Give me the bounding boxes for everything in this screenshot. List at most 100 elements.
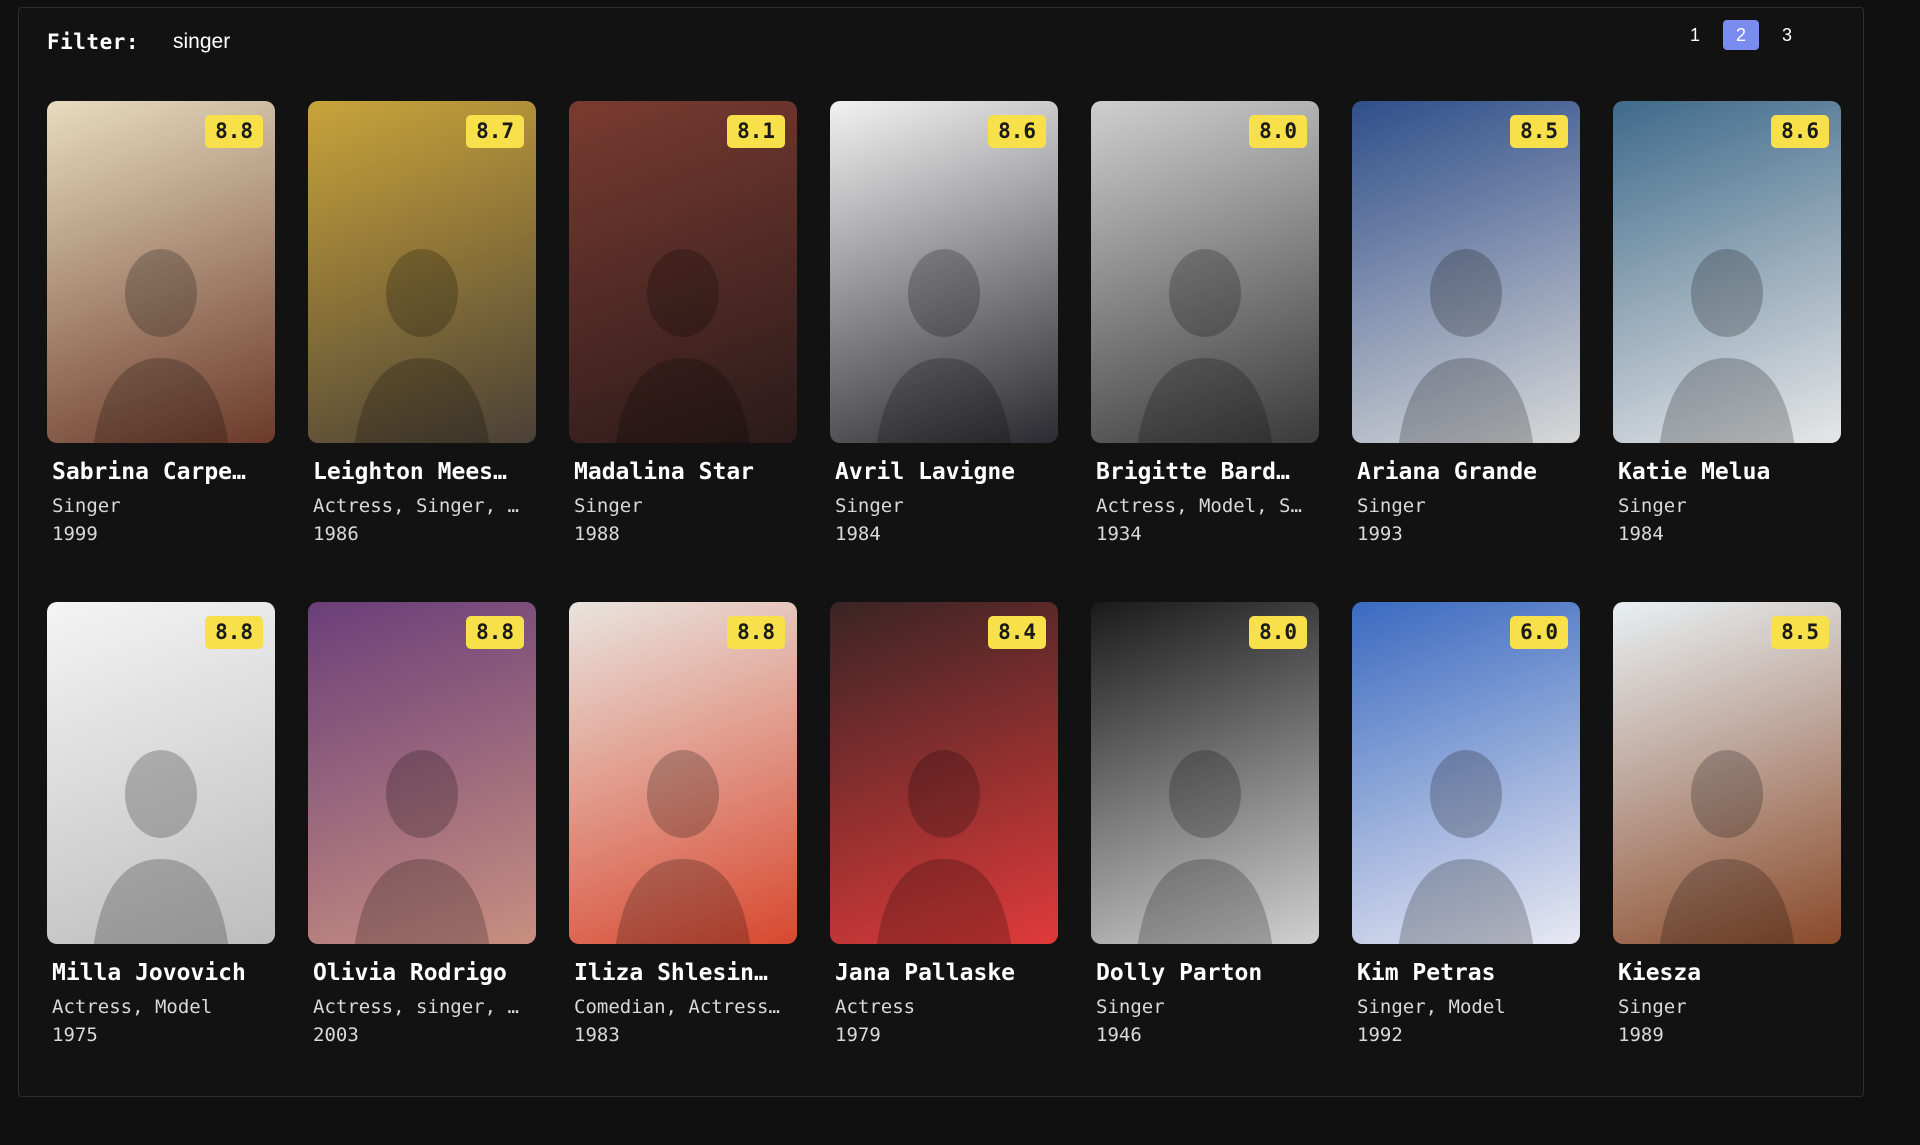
rating-badge: 8.1 (727, 115, 785, 149)
person-birth-year: 2003 (313, 1024, 359, 1046)
person-roles: Comedian, Actress… (574, 996, 780, 1018)
person-name[interactable]: Madalina Star (574, 459, 792, 485)
person-card[interactable]: 8.0 Dolly Parton Singer 1946 (1091, 602, 1319, 1060)
person-photo[interactable]: 8.6 (830, 101, 1058, 443)
person-photo[interactable]: 8.8 (308, 602, 536, 944)
person-photo[interactable]: 8.0 (1091, 602, 1319, 944)
person-card[interactable]: 8.5 Ariana Grande Singer 1993 (1352, 101, 1580, 559)
person-roles: Singer (52, 495, 121, 517)
person-card[interactable]: 8.5 Kiesza Singer 1989 (1613, 602, 1841, 1060)
person-roles: Singer, Model (1357, 996, 1506, 1018)
person-name[interactable]: Brigitte Bard… (1096, 459, 1314, 485)
rating-badge: 8.0 (1249, 616, 1307, 650)
person-name[interactable]: Olivia Rodrigo (313, 960, 531, 986)
page-button-3[interactable]: 3 (1769, 20, 1805, 50)
person-card[interactable]: 8.8 Milla Jovovich Actress, Model 1975 (47, 602, 275, 1060)
person-birth-year: 1979 (835, 1024, 881, 1046)
rating-badge: 8.6 (988, 115, 1046, 149)
rating-badge: 8.5 (1771, 616, 1829, 650)
person-birth-year: 1999 (52, 523, 98, 545)
person-photo[interactable]: 8.8 (47, 602, 275, 944)
person-name[interactable]: Avril Lavigne (835, 459, 1053, 485)
person-card[interactable]: 6.0 Kim Petras Singer, Model 1992 (1352, 602, 1580, 1060)
person-name[interactable]: Milla Jovovich (52, 960, 270, 986)
rating-badge: 6.0 (1510, 616, 1568, 650)
person-card[interactable]: 8.8 Sabrina Carpe… Singer 1999 (47, 101, 275, 559)
person-photo[interactable]: 8.6 (1613, 101, 1841, 443)
person-silhouette-icon (1398, 750, 1534, 944)
person-name[interactable]: Jana Pallaske (835, 960, 1053, 986)
person-birth-year: 1946 (1096, 1024, 1142, 1046)
person-birth-year: 1992 (1357, 1024, 1403, 1046)
pagination: 1 2 3 (1677, 20, 1805, 50)
person-silhouette-icon (876, 249, 1012, 443)
person-photo[interactable]: 8.5 (1352, 101, 1580, 443)
filter-bar: Filter: (47, 22, 474, 62)
person-roles: Actress, Model (52, 996, 213, 1018)
person-name[interactable]: Ariana Grande (1357, 459, 1575, 485)
person-roles: Actress, singer, … (313, 996, 519, 1018)
person-birth-year: 1993 (1357, 523, 1403, 545)
page-button-2[interactable]: 2 (1723, 20, 1759, 50)
rating-badge: 8.8 (205, 115, 263, 149)
person-card[interactable]: 8.6 Katie Melua Singer 1984 (1613, 101, 1841, 559)
person-birth-year: 1984 (1618, 523, 1664, 545)
person-name[interactable]: Katie Melua (1618, 459, 1836, 485)
person-card[interactable]: 8.8 Olivia Rodrigo Actress, singer, … 2003 (308, 602, 536, 1060)
filter-label: Filter: (47, 30, 140, 54)
person-silhouette-icon (354, 249, 490, 443)
person-photo[interactable]: 8.5 (1613, 602, 1841, 944)
person-birth-year: 1989 (1618, 1024, 1664, 1046)
person-birth-year: 1984 (835, 523, 881, 545)
person-card[interactable]: 8.1 Madalina Star Singer 1988 (569, 101, 797, 559)
person-photo[interactable]: 6.0 (1352, 602, 1580, 944)
person-silhouette-icon (354, 750, 490, 944)
person-photo[interactable]: 8.8 (569, 602, 797, 944)
person-roles: Singer (574, 495, 643, 517)
rating-badge: 8.8 (727, 616, 785, 650)
person-photo[interactable]: 8.8 (47, 101, 275, 443)
person-photo[interactable]: 8.7 (308, 101, 536, 443)
person-silhouette-icon (615, 750, 751, 944)
person-card[interactable]: 8.7 Leighton Mees… Actress, Singer, … 1986 (308, 101, 536, 559)
person-roles: Singer (835, 495, 904, 517)
filter-input[interactable] (173, 25, 474, 59)
person-silhouette-icon (93, 750, 229, 944)
person-roles: Singer (1618, 495, 1687, 517)
person-name[interactable]: Kim Petras (1357, 960, 1575, 986)
person-silhouette-icon (1398, 249, 1534, 443)
person-birth-year: 1986 (313, 523, 359, 545)
rating-badge: 8.4 (988, 616, 1046, 650)
rating-badge: 8.7 (466, 115, 524, 149)
rating-badge: 8.8 (205, 616, 263, 650)
person-birth-year: 1934 (1096, 523, 1142, 545)
person-card[interactable]: 8.0 Brigitte Bard… Actress, Model, S… 1934 (1091, 101, 1319, 559)
person-name[interactable]: Leighton Mees… (313, 459, 531, 485)
person-silhouette-icon (1659, 750, 1795, 944)
person-roles: Actress, Singer, … (313, 495, 519, 517)
person-card[interactable]: 8.6 Avril Lavigne Singer 1984 (830, 101, 1058, 559)
rating-badge: 8.0 (1249, 115, 1307, 149)
person-roles: Actress (835, 996, 916, 1018)
person-birth-year: 1983 (574, 1024, 620, 1046)
person-name[interactable]: Iliza Shlesin… (574, 960, 792, 986)
person-name[interactable]: Dolly Parton (1096, 960, 1314, 986)
person-roles: Singer (1357, 495, 1426, 517)
page-button-1[interactable]: 1 (1677, 20, 1713, 50)
person-silhouette-icon (615, 249, 751, 443)
person-silhouette-icon (876, 750, 1012, 944)
rating-badge: 8.8 (466, 616, 524, 650)
person-photo[interactable]: 8.1 (569, 101, 797, 443)
person-card[interactable]: 8.8 Iliza Shlesin… Comedian, Actress… 1983 (569, 602, 797, 1060)
person-silhouette-icon (93, 249, 229, 443)
person-silhouette-icon (1137, 750, 1273, 944)
person-silhouette-icon (1137, 249, 1273, 443)
results-panel: Filter: 1 2 3 8.8 Sabrina Carpe… Singer 199… (18, 7, 1864, 1097)
person-roles: Singer (1618, 996, 1687, 1018)
person-photo[interactable]: 8.0 (1091, 101, 1319, 443)
person-name[interactable]: Kiesza (1618, 960, 1836, 986)
rating-badge: 8.6 (1771, 115, 1829, 149)
person-name[interactable]: Sabrina Carpe… (52, 459, 270, 485)
person-photo[interactable]: 8.4 (830, 602, 1058, 944)
person-card[interactable]: 8.4 Jana Pallaske Actress 1979 (830, 602, 1058, 1060)
